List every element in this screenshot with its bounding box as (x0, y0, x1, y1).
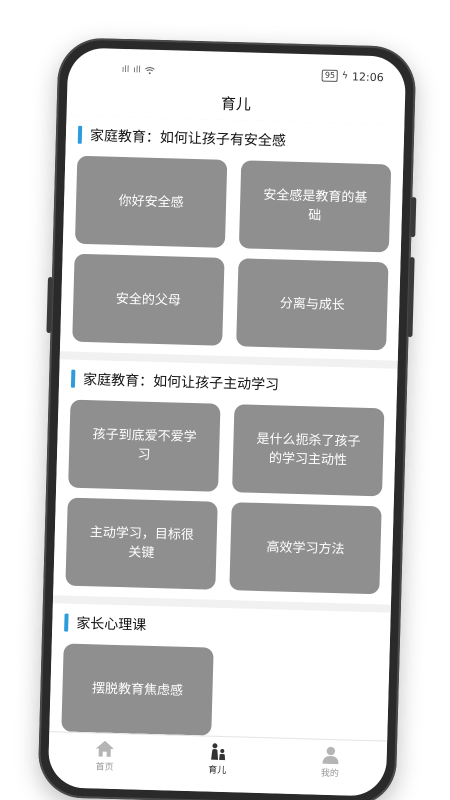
phone-screen: ıll ıll 95 ϟ 12:06 育儿 家庭教育：如何让孩子有安全感 你好安… (47, 47, 407, 797)
tab-label: 我的 (320, 768, 339, 780)
phone-frame: ıll ıll 95 ϟ 12:06 育儿 家庭教育：如何让孩子有安全感 你好安… (37, 37, 417, 800)
tab-label: 育儿 (208, 765, 227, 777)
tab-parenting[interactable]: 育儿 (182, 742, 253, 777)
section-accent-bar (64, 613, 69, 632)
clock: 12:06 (351, 69, 384, 84)
status-right: 95 ϟ 12:06 (321, 69, 384, 84)
content-scroll[interactable]: 家庭教育：如何让孩子有安全感 你好安全感 安全感是教育的基础 安全的父母 分离与… (49, 115, 405, 741)
course-card[interactable]: 安全的父母 (72, 253, 225, 346)
course-card[interactable]: 摆脱教育焦虑感 (61, 643, 214, 736)
volume-button (46, 276, 53, 334)
section-header: 家庭教育：如何让孩子有安全感 (77, 124, 392, 155)
section-title: 家长心理课 (76, 615, 147, 634)
battery-icon: 95 (321, 69, 339, 82)
course-card[interactable]: 主动学习，目标很关键 (65, 497, 218, 590)
course-card[interactable]: 孩子到底爱不爱学习 (68, 399, 221, 492)
section-header: 家庭教育：如何让孩子主动学习 (70, 368, 385, 399)
home-icon (96, 740, 115, 757)
section-accent-bar (77, 125, 83, 144)
section-parent-psychology: 家长心理课 摆脱教育焦虑感 (49, 603, 391, 741)
course-card[interactable]: 高效学习方法 (229, 502, 382, 595)
course-card[interactable]: 安全感是教育的基础 (238, 160, 392, 253)
card-grid: 摆脱教育焦虑感 (61, 643, 377, 741)
tab-label: 首页 (95, 762, 114, 773)
section-active-learning: 家庭教育：如何让孩子主动学习 孩子到底爱不爱学习 是什么扼杀了孩子的学习主动性 … (53, 359, 398, 605)
tab-bar: 首页 育儿 我的 (47, 731, 388, 797)
tab-mine[interactable]: 我的 (295, 745, 366, 780)
signal-icon: ıll (121, 64, 130, 76)
section-title: 家庭教育：如何让孩子有安全感 (89, 128, 287, 150)
parent-child-icon (211, 743, 226, 761)
user-icon (322, 746, 339, 765)
wifi-icon (145, 66, 155, 75)
course-card[interactable]: 是什么扼杀了孩子的学习主动性 (232, 404, 385, 497)
signal-indicators: ıll ıll (122, 65, 155, 76)
section-header: 家长心理课 (64, 612, 378, 643)
course-card[interactable]: 分离与成长 (236, 258, 389, 351)
power-button (407, 257, 415, 338)
card-grid: 你好安全感 安全感是教育的基础 安全的父母 分离与成长 (72, 155, 392, 351)
section-security: 家庭教育：如何让孩子有安全感 你好安全感 安全感是教育的基础 安全的父母 分离与… (59, 115, 405, 361)
charging-icon: ϟ (341, 71, 349, 82)
course-card[interactable]: 你好安全感 (74, 155, 228, 248)
card-grid: 孩子到底爱不爱学习 是什么扼杀了孩子的学习主动性 主动学习，目标很关键 高效学习… (65, 399, 385, 595)
signal-icon: ıll (133, 65, 141, 76)
section-title: 家庭教育：如何让孩子主动学习 (82, 371, 280, 394)
section-accent-bar (70, 369, 76, 388)
side-button (410, 197, 417, 238)
tab-home[interactable]: 首页 (70, 739, 141, 774)
